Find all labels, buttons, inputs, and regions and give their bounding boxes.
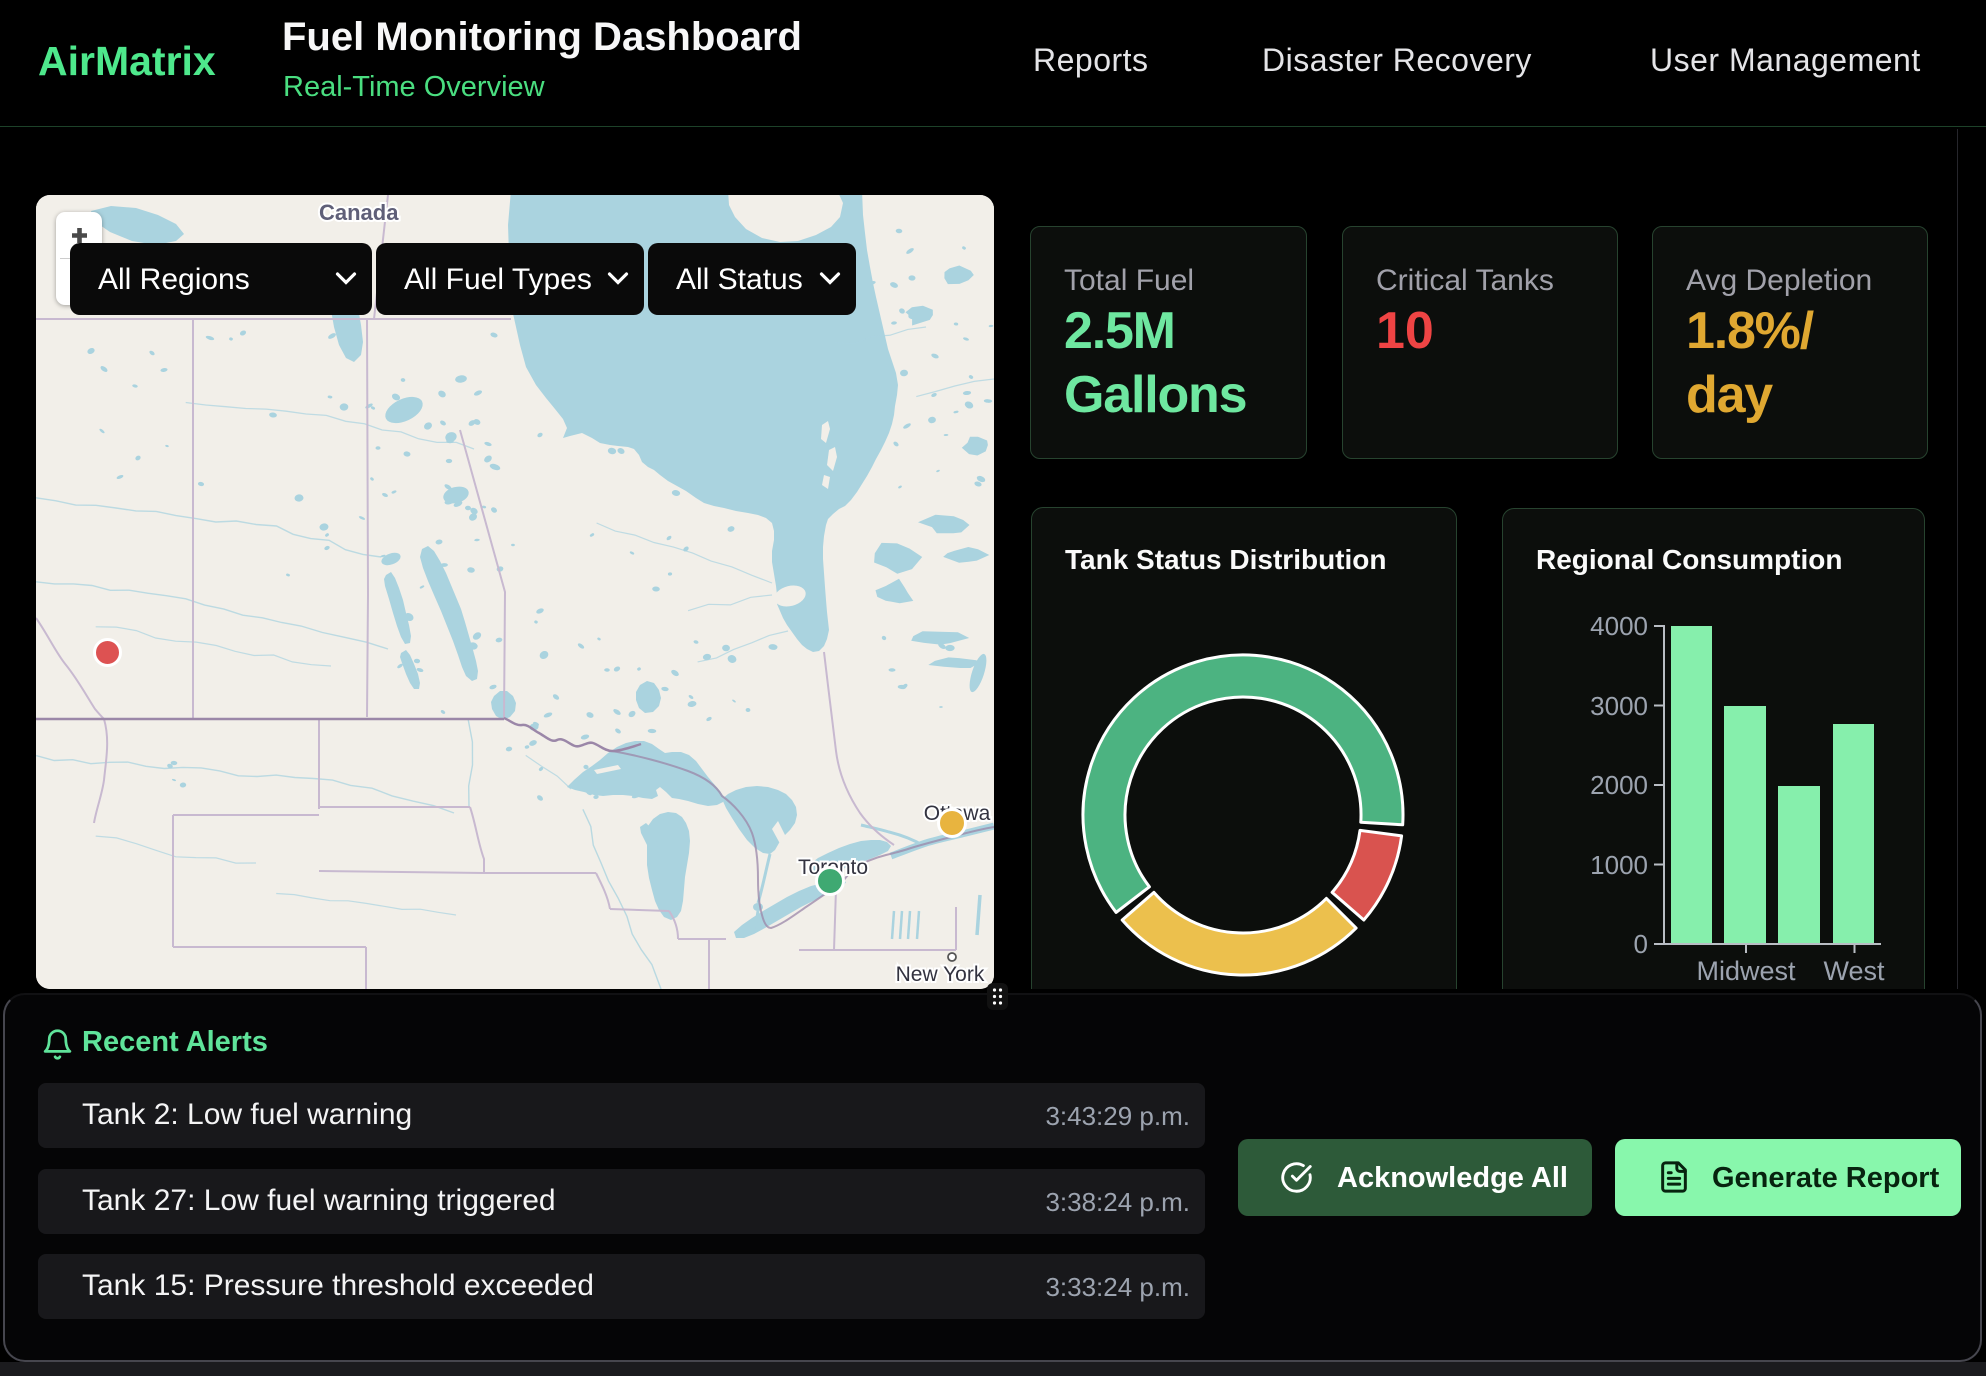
svg-text:New York: New York [896, 963, 985, 986]
svg-text:0: 0 [1634, 929, 1648, 959]
svg-text:Canada: Canada [319, 200, 399, 225]
svg-text:Midwest: Midwest [1696, 956, 1796, 986]
svg-text:West: West [1823, 956, 1885, 986]
svg-text:2000: 2000 [1590, 770, 1648, 800]
svg-text:1000: 1000 [1590, 850, 1648, 880]
svg-text:4000: 4000 [1590, 611, 1648, 641]
svg-text:3000: 3000 [1590, 691, 1648, 721]
